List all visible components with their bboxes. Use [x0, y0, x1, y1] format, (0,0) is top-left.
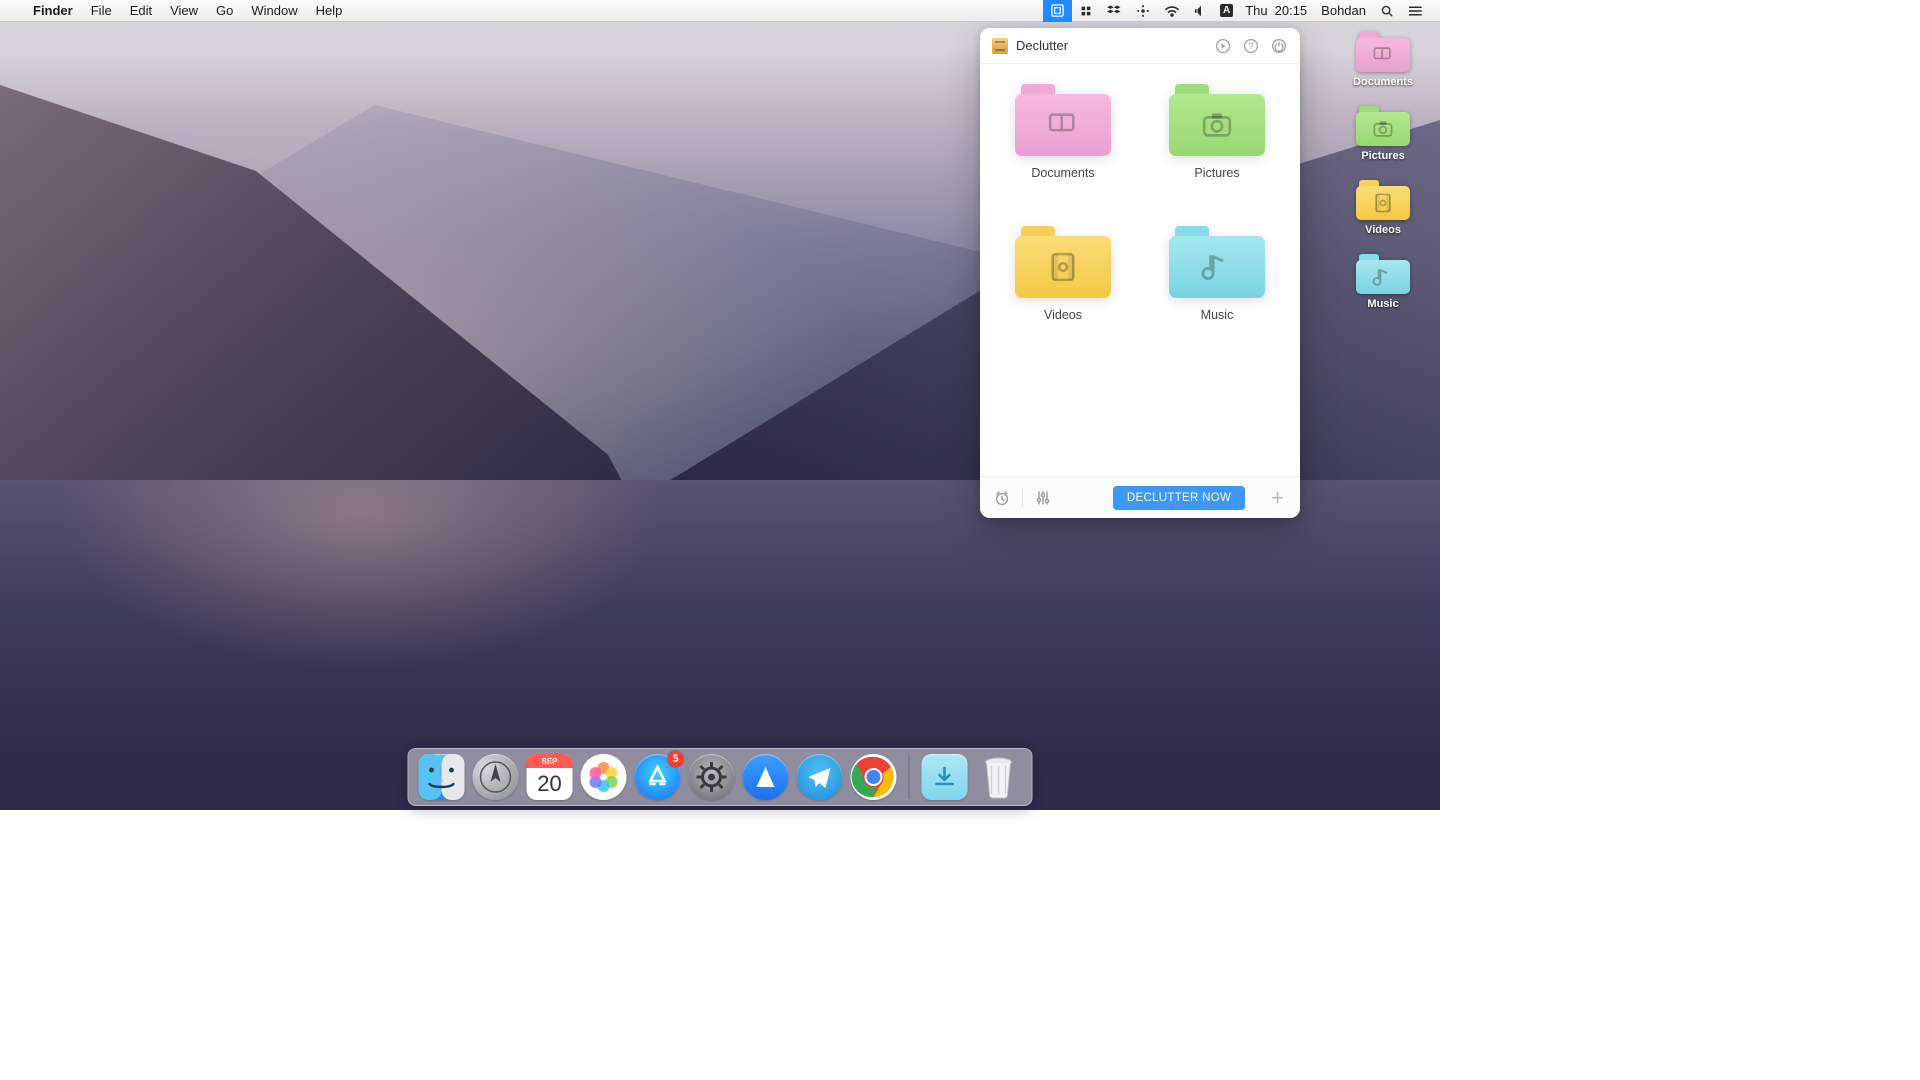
- desktop-folder-videos[interactable]: Videos: [1338, 180, 1428, 236]
- popover-folder-music[interactable]: Music: [1150, 226, 1284, 356]
- declutter-now-button[interactable]: DECLUTTER NOW: [1113, 486, 1245, 510]
- calendar-month: SEP: [527, 754, 573, 768]
- popover-header: Declutter ?: [980, 28, 1300, 64]
- dock-downloads[interactable]: [922, 754, 968, 800]
- input-source-icon[interactable]: A: [1215, 0, 1238, 22]
- popover-title: Declutter: [1016, 38, 1206, 53]
- menubar-user[interactable]: Bohdan: [1314, 0, 1373, 22]
- film-icon: [1015, 236, 1111, 298]
- dock-app-generic-blue[interactable]: [743, 754, 789, 800]
- camera-icon: [1169, 94, 1265, 156]
- dock-finder[interactable]: [419, 754, 465, 800]
- dock-calendar[interactable]: SEP 20: [527, 754, 573, 800]
- play-icon[interactable]: [1214, 37, 1232, 55]
- volume-icon[interactable]: [1187, 0, 1215, 22]
- desktop-folder-pictures[interactable]: Pictures: [1338, 106, 1428, 162]
- camera-icon: [1356, 112, 1410, 146]
- svg-text:?: ?: [1248, 41, 1253, 51]
- help-icon[interactable]: ?: [1242, 37, 1260, 55]
- declutter-popover: Declutter ? Documents Pictures Videos Mu…: [980, 28, 1300, 518]
- settings-sliders-icon[interactable]: [1033, 488, 1053, 508]
- spotlight-icon[interactable]: [1373, 0, 1401, 22]
- menubar: Finder File Edit View Go Window Help A T…: [0, 0, 1440, 22]
- popover-folder-pictures[interactable]: Pictures: [1150, 84, 1284, 214]
- dropbox-menubar-icon[interactable]: [1100, 0, 1129, 22]
- desktop-folder-label: Documents: [1353, 76, 1413, 88]
- menubar-day[interactable]: Thu: [1238, 0, 1274, 22]
- dock-telegram[interactable]: [797, 754, 843, 800]
- popover-folder-label: Documents: [1031, 166, 1094, 180]
- declutter-app-icon: [992, 38, 1008, 54]
- dock-photos[interactable]: [581, 754, 627, 800]
- dock-appstore[interactable]: 5: [635, 754, 681, 800]
- appstore-badge: 5: [668, 751, 684, 767]
- popover-folder-label: Pictures: [1194, 166, 1239, 180]
- menubar-app-name[interactable]: Finder: [24, 3, 82, 18]
- popover-footer: DECLUTTER NOW +: [980, 476, 1300, 518]
- book-icon: [1356, 38, 1410, 72]
- film-icon: [1356, 186, 1410, 220]
- power-icon[interactable]: [1270, 37, 1288, 55]
- book-icon: [1015, 94, 1111, 156]
- dock-system-preferences[interactable]: [689, 754, 735, 800]
- menubar-item-file[interactable]: File: [82, 3, 121, 18]
- note-icon: [1356, 260, 1410, 294]
- calendar-day: 20: [537, 768, 561, 800]
- desktop-folder-label: Videos: [1365, 224, 1401, 236]
- dock-trash[interactable]: [976, 754, 1022, 800]
- dock-chrome[interactable]: [851, 754, 897, 800]
- desktop-folder-music[interactable]: Music: [1338, 254, 1428, 310]
- sync-menubar-icon[interactable]: [1129, 0, 1157, 22]
- schedule-icon[interactable]: [992, 488, 1012, 508]
- desktop-folder-label: Music: [1367, 298, 1398, 310]
- menubar-time[interactable]: 20:15: [1275, 0, 1315, 22]
- dock-separator: [909, 755, 910, 799]
- menubar-item-help[interactable]: Help: [307, 3, 352, 18]
- menubar-item-edit[interactable]: Edit: [121, 3, 161, 18]
- menubar-item-go[interactable]: Go: [207, 3, 242, 18]
- desktop-folder-label: Pictures: [1361, 150, 1404, 162]
- declutter-menubar-icon[interactable]: [1043, 0, 1072, 22]
- wifi-icon[interactable]: [1157, 0, 1187, 22]
- menu-extra-icon[interactable]: [1072, 0, 1100, 22]
- desktop-folder-documents[interactable]: Documents: [1338, 32, 1428, 88]
- popover-folder-videos[interactable]: Videos: [996, 226, 1130, 356]
- popover-folder-documents[interactable]: Documents: [996, 84, 1130, 214]
- menubar-item-view[interactable]: View: [161, 3, 207, 18]
- popover-folder-label: Music: [1201, 308, 1234, 322]
- dock-launchpad[interactable]: [473, 754, 519, 800]
- add-folder-button[interactable]: +: [1267, 485, 1288, 511]
- notification-center-icon[interactable]: [1401, 0, 1430, 22]
- note-icon: [1169, 236, 1265, 298]
- popover-folder-label: Videos: [1044, 308, 1082, 322]
- dock: SEP 20 5: [408, 748, 1033, 806]
- menubar-item-window[interactable]: Window: [242, 3, 306, 18]
